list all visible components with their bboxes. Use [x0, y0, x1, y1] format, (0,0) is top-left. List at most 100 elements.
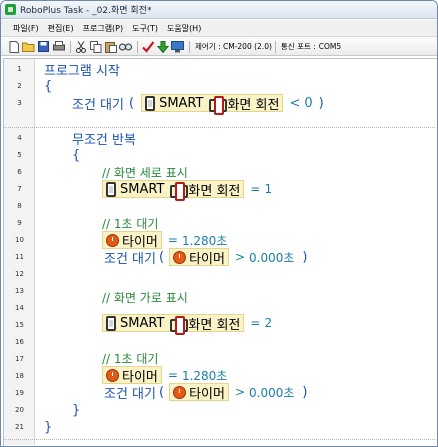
- open-folder-icon[interactable]: [22, 40, 35, 53]
- timer-icon: [106, 233, 119, 247]
- line-number: 13: [15, 287, 24, 295]
- code-line-1[interactable]: 프로그램 시작: [44, 59, 120, 79]
- smart-phone-icon: [106, 181, 116, 197]
- toolbar-separator: [189, 40, 190, 53]
- wait-until-keyword: 조건 대기: [104, 251, 156, 267]
- screen-rotation-icon: [170, 181, 189, 201]
- paren-open: (: [158, 249, 165, 265]
- code-line-5[interactable]: 무조건 반복: [72, 128, 136, 148]
- paren-open: (: [158, 384, 165, 400]
- smart-label: SMART: [159, 95, 204, 111]
- smart-label: SMART: [120, 315, 165, 331]
- code-line-20[interactable]: }: [72, 400, 80, 420]
- block-separator: [4, 439, 435, 440]
- code-line-19[interactable]: 조건 대기 ( 타이머 > 0.000초 ): [104, 382, 308, 402]
- download-icon[interactable]: [156, 40, 169, 53]
- title-bar: RoboPlus Task - _02.화면 회전*: [1, 1, 437, 19]
- menu-bar: 파일(F) 편집(E) 프로그램(P) 도구(T) 도움말(H): [1, 20, 437, 37]
- comment-landscape: // 화면 가로 표시: [102, 290, 188, 305]
- open-brace: {: [72, 147, 81, 163]
- line-number: 18: [15, 372, 24, 380]
- close-brace: }: [44, 419, 53, 435]
- line-number: 15: [15, 321, 24, 329]
- line-number: 7: [17, 185, 22, 193]
- line-number: 14: [15, 304, 24, 312]
- compare-value[interactable]: 0: [304, 96, 312, 111]
- line-number: 12: [15, 270, 24, 278]
- app-icon: [5, 4, 16, 15]
- menu-file[interactable]: 파일(F): [13, 23, 39, 34]
- save-icon[interactable]: [37, 40, 50, 53]
- copy-icon[interactable]: [89, 40, 102, 53]
- code-line-8[interactable]: SMART 화면 회전 = 1: [100, 179, 272, 201]
- assign-value[interactable]: 1: [264, 182, 272, 196]
- comment-wait: // 1초 대기: [102, 351, 159, 366]
- code-line-2[interactable]: {: [44, 76, 52, 96]
- line-number: 8: [17, 202, 22, 210]
- smart-rotation-parameter[interactable]: SMART 화면 회전: [102, 314, 245, 335]
- window-title: RoboPlus Task - _02.화면 회전*: [20, 6, 152, 16]
- line-number-gutter: 1 2 3 4 5 6 7 8 9 10 11 12 13 14 15 16 1…: [4, 59, 35, 445]
- timer-parameter[interactable]: 타이머: [169, 248, 229, 267]
- line-number: 6: [17, 168, 22, 176]
- menu-program[interactable]: 프로그램(P): [83, 23, 124, 34]
- wait-until-keyword: 조건 대기: [104, 386, 156, 402]
- find-icon[interactable]: [119, 40, 132, 53]
- roboplus-task-window: RoboPlus Task - _02.화면 회전* 파일(F) 편집(E) 프…: [0, 0, 438, 447]
- cut-icon[interactable]: [74, 40, 87, 53]
- greater-than-operator: >: [234, 250, 246, 264]
- timer-value[interactable]: 1.280초: [182, 367, 227, 384]
- screen-rotation-icon: [209, 95, 228, 115]
- toolbar: 제어기 : CM-200 (2.0) 통신 포트 : COM5: [1, 38, 437, 56]
- line-number: 11: [15, 253, 24, 261]
- code-editor[interactable]: 1 2 3 4 5 6 7 8 9 10 11 12 13 14 15 16 1…: [3, 58, 437, 446]
- timer-parameter[interactable]: 타이머: [169, 383, 229, 402]
- line-number: 19: [15, 389, 24, 397]
- smart-phone-icon: [145, 95, 156, 111]
- menu-help[interactable]: 도움말(H): [167, 23, 201, 34]
- code-line-12[interactable]: 조건 대기 ( 타이머 > 0.000초 ): [104, 247, 308, 267]
- timer-label: 타이머: [189, 251, 225, 267]
- compare-value[interactable]: 0.000초: [249, 249, 294, 266]
- toolbar-separator: [137, 40, 138, 53]
- comment-wait: // 1초 대기: [102, 216, 159, 231]
- assign-value[interactable]: 2: [264, 316, 272, 330]
- code-line-6[interactable]: {: [72, 145, 80, 165]
- smart-rotation-parameter[interactable]: SMART 화면 회전: [102, 180, 245, 201]
- line-number: 20: [15, 406, 24, 414]
- monitor-icon[interactable]: [171, 40, 184, 53]
- endless-loop-keyword: 무조건 반복: [72, 132, 136, 148]
- line-number: 16: [15, 338, 24, 346]
- screen-rotation-label: 화면 회전: [188, 317, 241, 333]
- close-brace: }: [72, 402, 81, 418]
- smart-rotation-parameter[interactable]: SMART 화면 회전: [141, 94, 284, 115]
- less-than-operator: <: [289, 95, 301, 111]
- print-icon[interactable]: [52, 40, 65, 53]
- line-number: 4: [17, 134, 22, 142]
- line-number: 9: [17, 219, 22, 227]
- assign-operator: =: [167, 368, 178, 382]
- greater-than-operator: >: [234, 385, 246, 399]
- code-line-3[interactable]: 조건 대기 ( SMART 화면 회전 < 0 ): [72, 93, 324, 115]
- check-icon[interactable]: [141, 40, 154, 53]
- timer-value[interactable]: 1.280초: [182, 232, 227, 249]
- assign-operator: =: [250, 182, 261, 196]
- new-file-icon[interactable]: [7, 40, 20, 53]
- timer-icon: [173, 385, 187, 399]
- code-line-14[interactable]: // 화면 가로 표시: [102, 287, 188, 307]
- paren-close: ): [302, 384, 308, 400]
- screen-rotation-icon: [170, 315, 189, 335]
- line-number: 1: [17, 65, 22, 73]
- port-select[interactable]: COM5: [319, 42, 341, 51]
- assign-operator: =: [167, 233, 178, 247]
- block-separator: [4, 127, 435, 128]
- compare-value[interactable]: 0.000초: [249, 384, 294, 401]
- wait-until-keyword: 조건 대기: [72, 97, 124, 113]
- paste-icon[interactable]: [104, 40, 117, 53]
- menu-edit[interactable]: 편집(E): [48, 23, 74, 34]
- paren-open: (: [128, 95, 135, 111]
- line-number: 10: [15, 236, 24, 244]
- code-line-15[interactable]: SMART 화면 회전 = 2: [100, 313, 272, 335]
- menu-tools[interactable]: 도구(T): [132, 23, 158, 34]
- code-line-21[interactable]: }: [44, 417, 52, 437]
